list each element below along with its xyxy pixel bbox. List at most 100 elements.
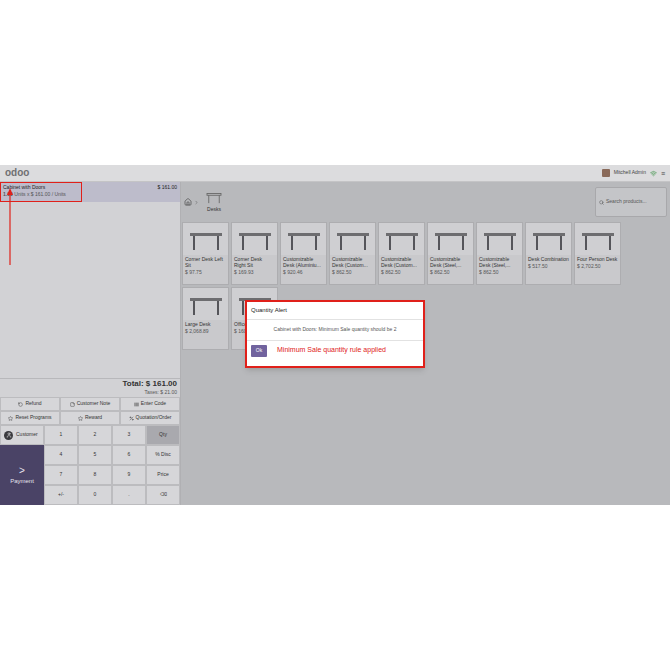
home-icon[interactable] [184,198,192,206]
product-price: $ 862.50 [428,268,473,275]
numpad-key[interactable]: 0 [78,485,112,505]
dialog-footer: Ok Minimum Sale quantity rule applied [247,341,423,361]
action-button[interactable]: Reset Programs [0,411,60,425]
customer-avatar [4,431,13,440]
navbar-right: Mitchell Admin ≡ [602,169,665,177]
action-button[interactable]: Quotation/Order [120,411,180,425]
left-panel: Cabinet with Doors1.00 Units x $ 161.00 … [0,182,181,505]
pos-screenshot: odooMitchell Admin≡Cabinet with Doors1.0… [0,165,670,505]
product-card[interactable]: Customizable Desk (Custom...$ 862.50 [378,222,425,285]
desk-category-icon [205,190,223,204]
wifi-icon [650,170,657,177]
menu-button[interactable]: ≡ [661,170,665,177]
product-name: Large Desk [183,320,228,327]
product-card[interactable]: Large Desk$ 2,068.89 [182,287,229,350]
order-lines: Cabinet with Doors1.00 Units x $ 161.00 … [0,182,180,378]
action-icon [129,416,134,421]
annotation-note: Minimum Sale quantity rule applied [277,345,386,356]
numpad-key[interactable]: +/- [44,485,78,505]
product-price: $ 862.50 [379,268,424,275]
numpad-key[interactable]: . [112,485,146,505]
ok-button[interactable]: Ok [251,345,267,357]
product-price: $ 2,068.89 [183,327,228,334]
actions: RefundCustomer NoteEnter Code Reset Progr… [0,397,180,425]
product-card[interactable]: Customizable Desk (Aluminiu...$ 920.46 [280,222,327,285]
avatar[interactable] [602,169,610,177]
totals: Total: $ 161.00Taxes: $ 21.00 [0,378,180,397]
action-icon [8,416,13,421]
action-icon [78,416,83,421]
product-card[interactable]: Customizable Desk (Steel,...$ 862.50 [427,222,474,285]
numpad-key[interactable]: Price [146,465,180,485]
product-price: $ 169.93 [232,268,277,275]
action-button[interactable]: Reward [60,411,120,425]
numpad: Customer>Payment123Qty 456% Disc 789Price +… [0,425,180,505]
numpad-key[interactable]: % Disc [146,445,180,465]
numpad-key[interactable]: 9 [112,465,146,485]
product-image [529,225,569,253]
user-icon [6,432,12,438]
product-image [578,225,618,253]
product-image [431,225,471,253]
numpad-key[interactable]: 3 [112,425,146,445]
action-icon [70,402,75,407]
product-name: Customizable Desk (Aluminiu... [281,255,326,268]
product-card[interactable]: Corner Desk Left Sit$ 97.75 [182,222,229,285]
breadcrumb: Desks [184,190,227,214]
logo[interactable]: odoo [5,168,29,178]
numpad-key[interactable]: 7 [44,465,78,485]
numpad-key[interactable]: 2 [78,425,112,445]
line-name: Cabinet with Doors [3,184,79,191]
product-name: Corner Desk Left Sit [183,255,228,268]
product-card[interactable]: Corner Desk Right Sit$ 169.93 [231,222,278,285]
numpad-key[interactable]: 8 [78,465,112,485]
action-icon [18,402,23,407]
line-price: $ 161.00 [155,182,180,192]
dialog-message: Cabinet with Doors: Minimum Sale quantit… [247,320,423,341]
user-name[interactable]: Mitchell Admin [614,169,646,177]
action-icon [134,402,139,407]
products-header: Desks Search products... [181,182,670,222]
product-price: $ 2,702.50 [575,262,620,269]
page: odooMitchell Admin≡Cabinet with Doors1.0… [0,0,670,670]
order-line[interactable]: Cabinet with Doors1.00 Units x $ 161.00 … [0,182,180,202]
action-button[interactable]: Customer Note [60,397,120,411]
product-image [235,225,275,253]
action-button[interactable]: Refund [0,397,60,411]
product-card[interactable]: Customizable Desk (Steel,...$ 862.50 [476,222,523,285]
product-card[interactable]: Customizable Desk (Custom...$ 862.50 [329,222,376,285]
product-name: Customizable Desk (Custom... [379,255,424,268]
numpad-key[interactable]: ⌫ [146,485,180,505]
product-price: $ 517.50 [526,262,571,269]
total: Total: $ 161.00 [122,379,177,389]
product-name: Customizable Desk (Custom... [330,255,375,268]
navbar: odoo Mitchell Admin ≡ [0,165,670,182]
numpad-key[interactable]: Qty [146,425,180,445]
product-name: Customizable Desk (Steel,... [477,255,522,268]
chevron-icon [194,200,199,205]
dialog-title: Quantity Alert [247,302,423,320]
product-card[interactable]: Four Person Desk$ 2,702.50 [574,222,621,285]
product-price: $ 97.75 [183,268,228,275]
numpad-key[interactable]: 4 [44,445,78,465]
product-name: Customizable Desk (Steel,... [428,255,473,268]
product-price: $ 862.50 [477,268,522,275]
product-price: $ 862.50 [330,268,375,275]
search-box[interactable]: Search products... [595,187,667,217]
action-button[interactable]: Enter Code [120,397,180,411]
top-margin [0,0,670,165]
bottom-margin [0,505,670,670]
payment-button[interactable]: >Payment [0,445,44,505]
product-price: $ 920.46 [281,268,326,275]
numpad-key[interactable]: 1 [44,425,78,445]
product-image [480,225,520,253]
order-line-highlight: Cabinet with Doors1.00 Units x $ 161.00 … [0,182,82,202]
product-image [186,225,226,253]
customer-button[interactable]: Customer [0,425,44,445]
numpad-key[interactable]: 5 [78,445,112,465]
product-card[interactable]: Desk Combination$ 517.50 [525,222,572,285]
line-detail: 1.00 Units x $ 161.00 / Units [3,191,79,198]
search-icon [599,200,604,205]
category[interactable]: Desks [201,190,227,214]
numpad-key[interactable]: 6 [112,445,146,465]
